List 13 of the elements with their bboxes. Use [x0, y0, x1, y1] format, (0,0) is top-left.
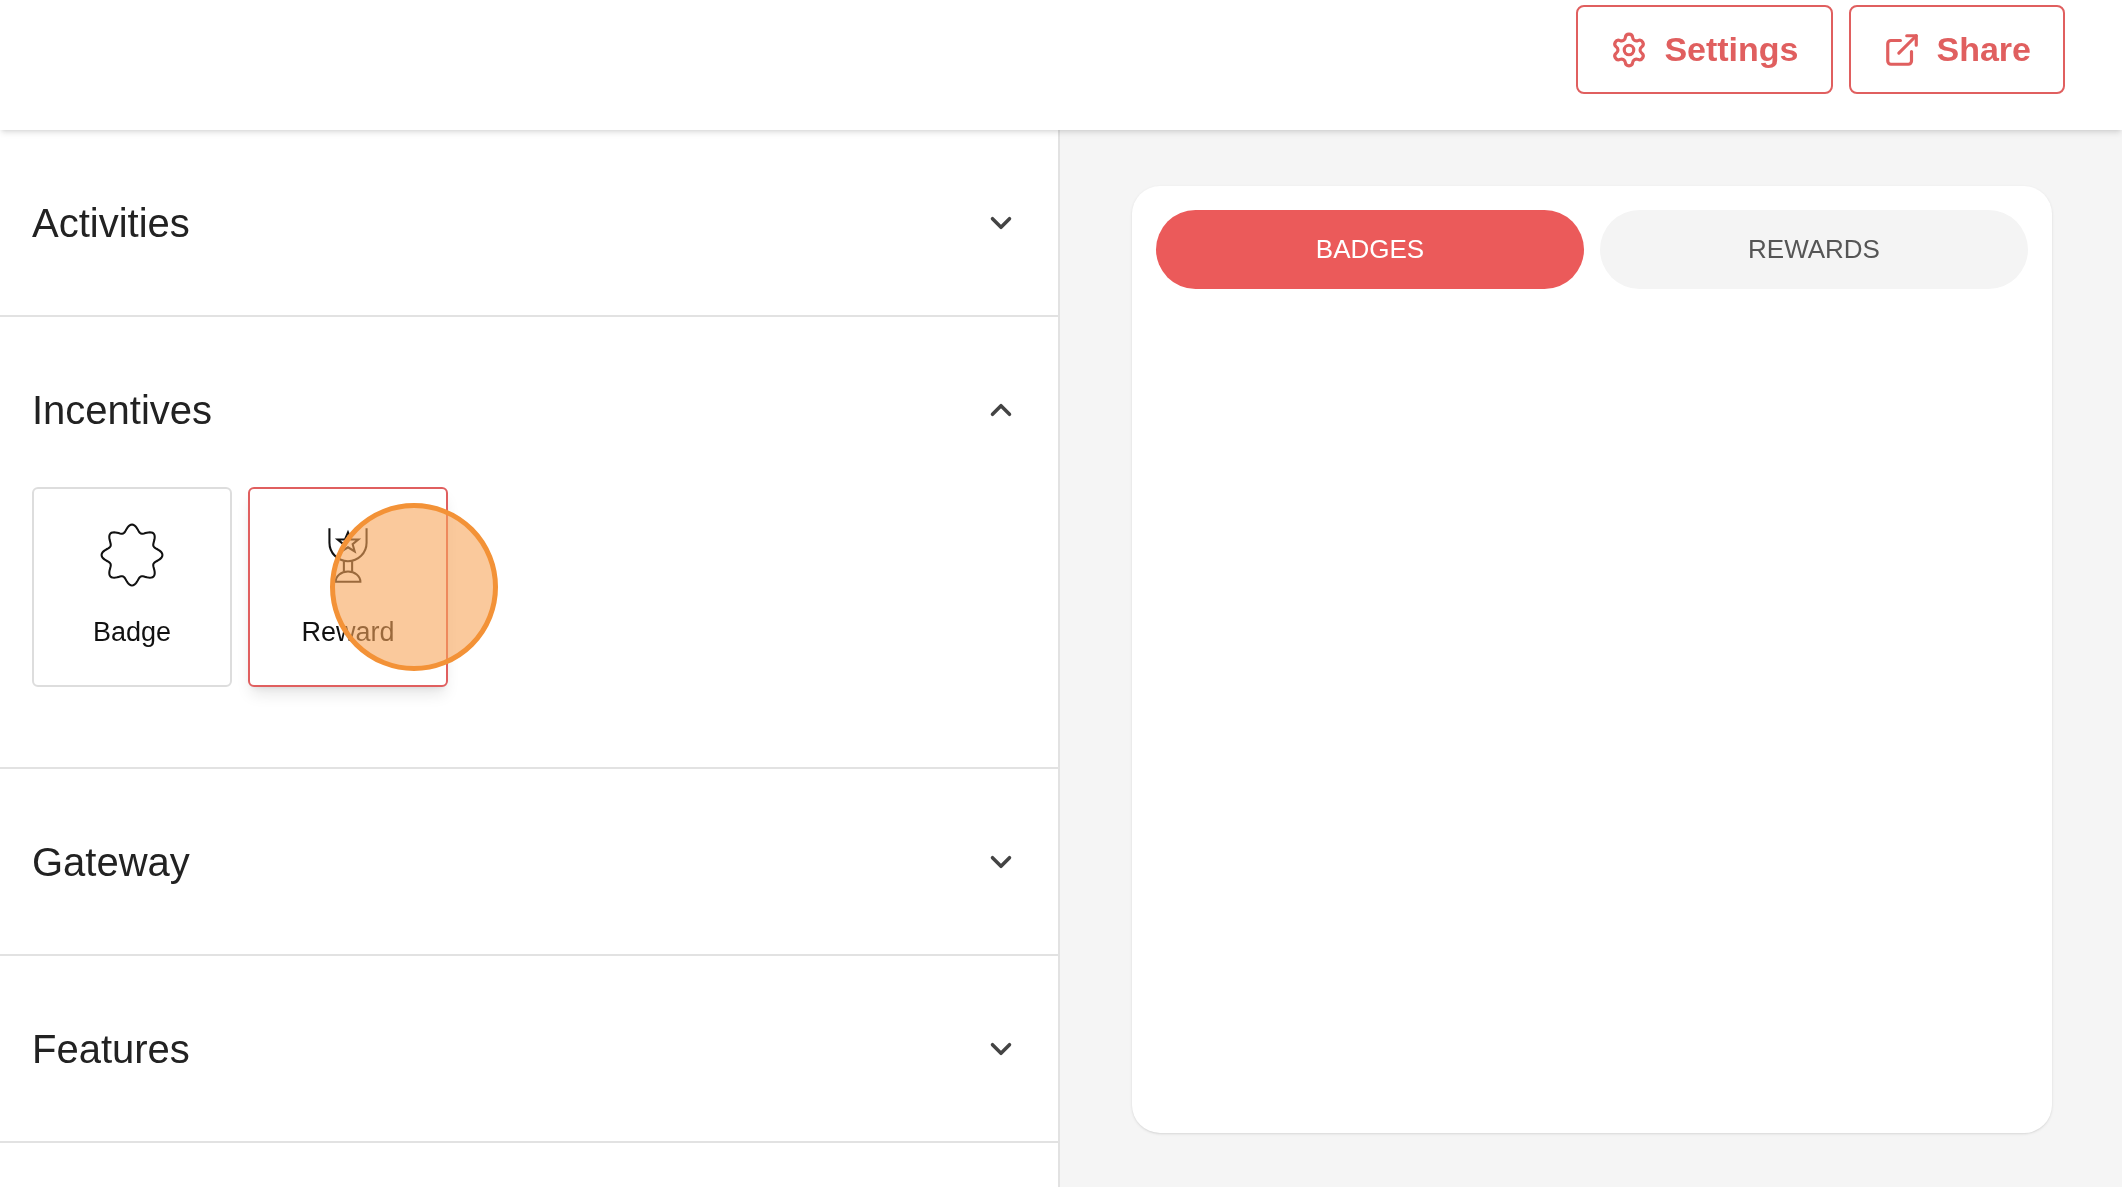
tile-label: Badge: [92, 615, 172, 649]
section-header[interactable]: Gateway: [0, 769, 1058, 954]
section-title: Gateway: [32, 838, 190, 886]
section-header[interactable]: Features: [0, 956, 1058, 1141]
section-title: Features: [32, 1025, 190, 1073]
section-header[interactable]: Activities: [0, 130, 1058, 315]
section-title: Activities: [32, 199, 190, 247]
badge-icon: [99, 521, 165, 588]
share-button[interactable]: Share: [1848, 5, 2065, 94]
section-title: Incentives: [32, 386, 213, 434]
settings-button[interactable]: Settings: [1576, 5, 1833, 94]
incentive-tile[interactable]: Badge: [32, 487, 232, 687]
preview-tab[interactable]: REWARDS: [1600, 210, 2028, 289]
